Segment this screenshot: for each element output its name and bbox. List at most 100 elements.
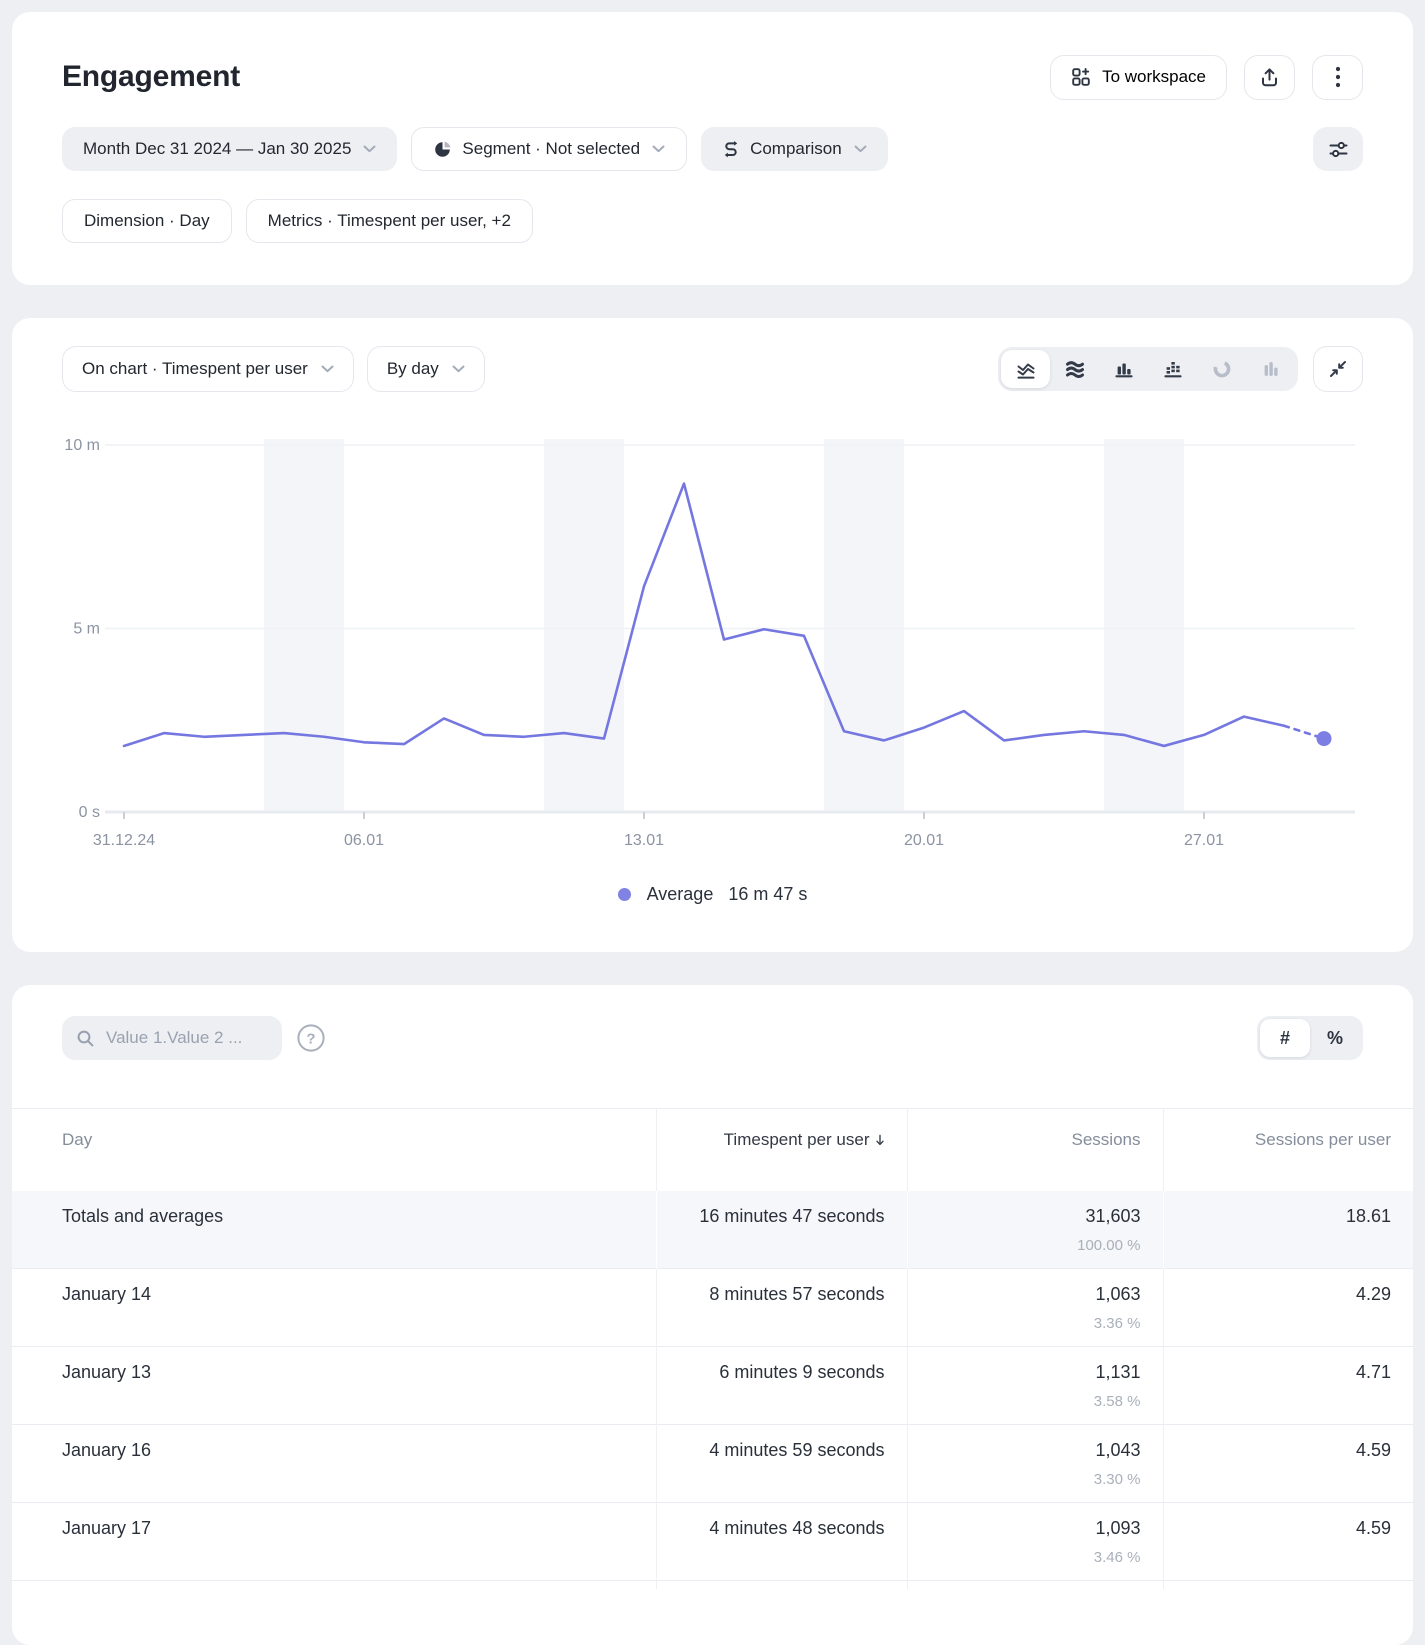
sessions-cell: 1,1313.58 % [907, 1347, 1163, 1425]
sessions-per-user-cell: 4.59 [1163, 1425, 1413, 1503]
line-chart-type-button[interactable] [1001, 350, 1050, 388]
table-search[interactable] [62, 1016, 282, 1060]
sessions-per-user-cell: 4.29 [1163, 1269, 1413, 1347]
pie-chart-icon [1211, 358, 1233, 380]
sort-descending-icon [875, 1131, 885, 1150]
date-range-filter[interactable]: Month Dec 31 2024 — Jan 30 2025 [62, 127, 397, 171]
sessions-per-user-cell: 4.59 [1163, 1503, 1413, 1581]
table-row: January 16 4 minutes 59 seconds 1,0433.3… [12, 1425, 1413, 1503]
svg-text:10 m: 10 m [64, 437, 100, 454]
svg-text:0 s: 0 s [79, 804, 100, 821]
sessions-per-user-cell: 4.71 [1163, 1347, 1413, 1425]
more-menu-button[interactable] [1312, 55, 1363, 100]
legend-dot [618, 888, 631, 901]
question-icon: ? [296, 1023, 326, 1053]
workspace-icon [1071, 67, 1091, 87]
column-header-sessions[interactable]: Sessions [907, 1109, 1163, 1191]
segment-label: Segment · Not selected [462, 139, 640, 159]
timespent-line-chart[interactable]: 10 m 5 m 0 s 31.12.24 06.01 13.01 20.01 27.01 [12, 318, 1413, 952]
table-row: January 14 8 minutes 57 seconds 1,0633.3… [12, 1269, 1413, 1347]
sessions-per-user-cell: 18.61 [1163, 1191, 1413, 1269]
table-row: January 13 6 minutes 9 seconds 1,1313.58… [12, 1347, 1413, 1425]
legend-series-value: 16 m 47 s [728, 884, 807, 905]
svg-text:13.01: 13.01 [624, 832, 664, 849]
granularity-selector[interactable]: By day [367, 346, 485, 392]
comparison-label: Comparison [750, 139, 842, 159]
svg-text:5 m: 5 m [73, 621, 100, 638]
value-mode-toggle: # % [1257, 1016, 1363, 1060]
stacked-area-chart-type-button[interactable] [1050, 350, 1099, 388]
timespent-cell: 4 minutes 59 seconds [656, 1425, 907, 1503]
chart-legend[interactable]: Average 16 m 47 s [12, 884, 1413, 905]
to-workspace-button[interactable]: To workspace [1050, 55, 1227, 100]
sessions-cell: 1,0433.30 % [907, 1425, 1163, 1503]
comparison-icon [722, 140, 740, 158]
table-row-totals: Totals and averages 16 minutes 47 second… [12, 1191, 1413, 1269]
share-button[interactable] [1244, 55, 1295, 100]
sliders-icon [1328, 139, 1349, 160]
day-cell: Totals and averages [12, 1191, 656, 1269]
table-row: January 17 4 minutes 48 seconds 1,0933.4… [12, 1503, 1413, 1581]
sessions-cell: 1,0633.36 % [907, 1269, 1163, 1347]
svg-text:31.12.24: 31.12.24 [93, 832, 155, 849]
numbers-mode-button[interactable]: # [1260, 1019, 1310, 1057]
svg-text:?: ? [306, 1030, 315, 1047]
percent-mode-button[interactable]: % [1310, 1019, 1360, 1057]
chart-card: On chart · Timespent per user By day [12, 318, 1413, 952]
page: Engagement To workspace [0, 0, 1425, 1588]
column-header-sessions-per-user[interactable]: Sessions per user [1163, 1109, 1413, 1191]
segment-filter[interactable]: Segment · Not selected [411, 127, 687, 171]
bar-chart-icon [1113, 358, 1135, 380]
collapse-icon [1328, 359, 1348, 379]
timespent-cell: 4 minutes 48 seconds [656, 1503, 907, 1581]
to-workspace-label: To workspace [1102, 67, 1206, 87]
dimension-label: Dimension · Day [84, 211, 210, 231]
chevron-down-icon [854, 145, 867, 153]
day-cell: January 13 [12, 1347, 656, 1425]
column-chart-icon [1260, 358, 1282, 380]
day-cell: January 16 [12, 1425, 656, 1503]
chevron-down-icon [363, 145, 376, 153]
svg-text:20.01: 20.01 [904, 832, 944, 849]
stacked-bar-chart-icon [1162, 358, 1184, 380]
segment-pie-icon [433, 140, 452, 159]
stacked-bar-chart-type-button[interactable] [1148, 350, 1197, 388]
column-header-timespent[interactable]: Timespent per user [656, 1109, 907, 1191]
on-chart-label: On chart · Timespent per user [82, 359, 308, 379]
bar-chart-type-button[interactable] [1099, 350, 1148, 388]
search-input[interactable] [104, 1027, 268, 1049]
column-chart-type-button[interactable] [1246, 350, 1295, 388]
on-chart-metric-selector[interactable]: On chart · Timespent per user [62, 346, 354, 392]
table-card: ? # % Day Timespent per user Sessions Se… [12, 985, 1413, 1645]
timespent-cell: 6 minutes 9 seconds [656, 1347, 907, 1425]
table-header-row: Day Timespent per user Sessions Sessions… [12, 1109, 1413, 1191]
timespent-cell: 8 minutes 57 seconds [656, 1269, 907, 1347]
kebab-icon [1335, 66, 1341, 88]
line-chart-icon [1015, 358, 1037, 380]
date-range-label: Month Dec 31 2024 — Jan 30 2025 [83, 139, 351, 159]
svg-text:27.01: 27.01 [1184, 832, 1224, 849]
metrics-label: Metrics · Timespent per user, +2 [268, 211, 511, 231]
metrics-chip[interactable]: Metrics · Timespent per user, +2 [246, 199, 533, 243]
day-cell: January 17 [12, 1503, 656, 1581]
day-cell: January 14 [12, 1269, 656, 1347]
svg-text:06.01: 06.01 [344, 832, 384, 849]
dimension-chip[interactable]: Dimension · Day [62, 199, 232, 243]
search-icon [76, 1029, 95, 1048]
collapse-widget-button[interactable] [1313, 346, 1363, 392]
report-header-card: Engagement To workspace [12, 12, 1413, 285]
page-title: Engagement [62, 60, 240, 94]
comparison-filter[interactable]: Comparison [701, 127, 888, 171]
sessions-cell: 1,0933.46 % [907, 1503, 1163, 1581]
report-settings-button[interactable] [1313, 127, 1363, 171]
share-icon [1259, 67, 1280, 88]
search-help-button[interactable]: ? [296, 1023, 326, 1053]
sessions-cell: 31,603100.00 % [907, 1191, 1163, 1269]
chart-type-switcher [998, 347, 1298, 391]
column-header-day[interactable]: Day [12, 1109, 656, 1191]
granularity-label: By day [387, 359, 439, 379]
stacked-area-icon [1064, 358, 1086, 380]
chevron-down-icon [321, 365, 334, 373]
pie-chart-type-button[interactable] [1197, 350, 1246, 388]
legend-series-name: Average [647, 884, 714, 905]
